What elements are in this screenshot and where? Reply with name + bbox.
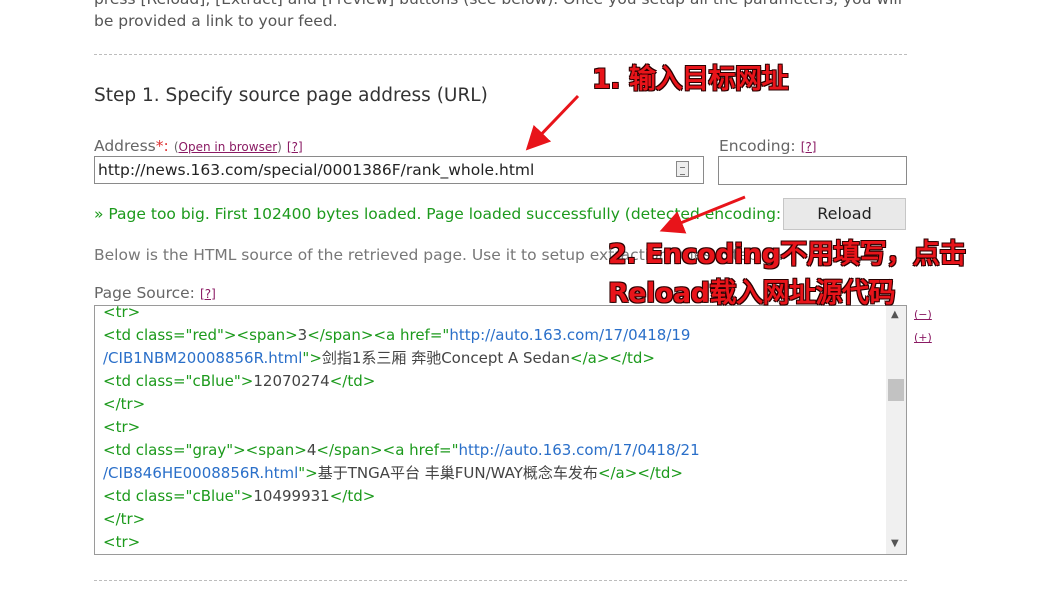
arrow-to-address	[525, 94, 580, 151]
arrow-to-encoding	[659, 195, 746, 234]
annotation-arrows	[525, 94, 746, 234]
annotation-step1: 1. 输入目标网址	[592, 64, 788, 95]
annotation-step2-line2: Reload载入网址源代码	[608, 278, 895, 309]
annotation-step2-line1: 2. Encoding不用填写，点击	[608, 239, 966, 270]
